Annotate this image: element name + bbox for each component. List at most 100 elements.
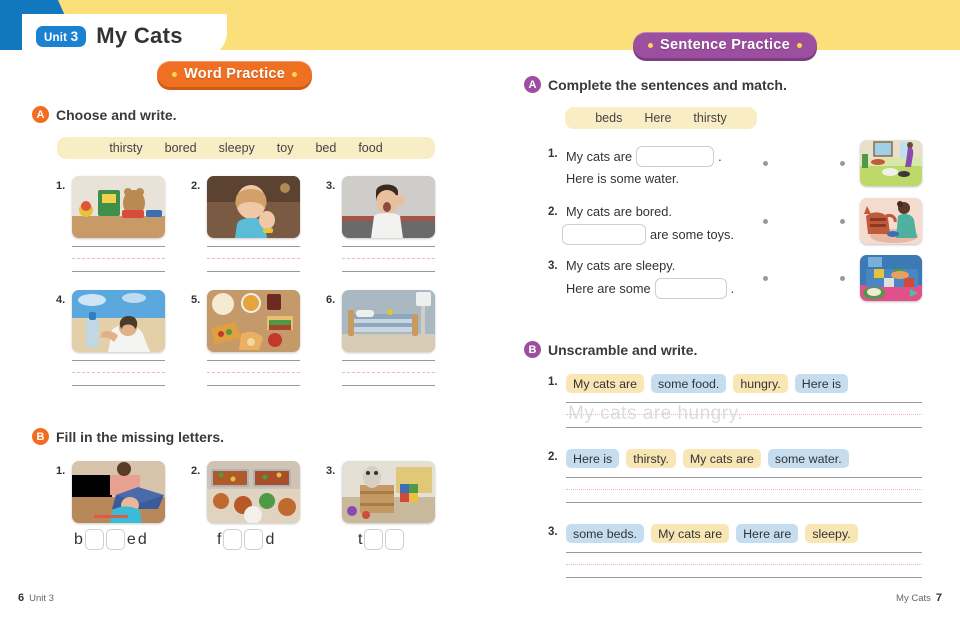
- word-chip[interactable]: hungry.: [733, 374, 788, 393]
- answer-lines-1[interactable]: My cats are hungry.: [566, 402, 922, 428]
- word-chip[interactable]: My cats are: [566, 374, 645, 393]
- word-practice-ribbon: Word Practice: [157, 61, 313, 87]
- match-thumb-1[interactable]: [860, 140, 922, 186]
- photo-food-table: [207, 290, 300, 352]
- ribbon-dot-left-icon: [648, 42, 653, 48]
- word-chip[interactable]: My cats are: [682, 449, 761, 468]
- ribbon-dot-right-icon: [797, 42, 803, 48]
- sentence-text: My cats are sleepy.: [566, 258, 676, 273]
- item-number: 1.: [56, 180, 66, 192]
- page-title: My Cats: [96, 23, 183, 48]
- letter-input-box[interactable]: [385, 529, 405, 550]
- footer-right: My Cats 7: [896, 592, 942, 604]
- answer-lines-2[interactable]: [566, 477, 922, 503]
- answer-blank[interactable]: [562, 224, 646, 245]
- letter-input-box[interactable]: [223, 529, 243, 550]
- photo-yawning-child: [342, 176, 435, 238]
- left-section-b-instruction: B Fill in the missing letters.: [32, 428, 224, 445]
- ribbon-label: Sentence Practice: [660, 37, 791, 53]
- ribbon-dot-left-icon: [172, 71, 177, 77]
- item-number: 6.: [326, 294, 336, 306]
- sentence-text: are some toys.: [650, 227, 734, 242]
- footer-label: Unit 3: [29, 593, 54, 604]
- writing-lines[interactable]: [207, 246, 300, 272]
- page-number: 6: [18, 592, 25, 604]
- ribbon-label: Word Practice: [184, 66, 286, 82]
- writing-lines[interactable]: [342, 360, 435, 386]
- right-section-a-instruction: A Complete the sentences and match.: [524, 76, 787, 93]
- item-number: 2.: [191, 465, 201, 477]
- item-number: 5.: [191, 294, 201, 306]
- letter-input-box[interactable]: [84, 529, 104, 550]
- word-chip[interactable]: Here is: [794, 374, 849, 393]
- match-thumb-2[interactable]: [860, 198, 922, 244]
- letter-boxes[interactable]: f d: [217, 529, 274, 550]
- photo-bored-girl: [207, 176, 300, 238]
- chip-row-2: Here is thirsty. My cats are some water.: [566, 449, 849, 468]
- chip-row-1: My cats are some food. hungry. Here is: [566, 374, 849, 393]
- sentence-text: My cats are: [566, 149, 633, 164]
- writing-lines[interactable]: [342, 246, 435, 272]
- answer-blank[interactable]: [636, 146, 715, 167]
- worksheet-page: Unit 3 My Cats Word Practice A Choose an…: [0, 0, 960, 618]
- letter-input-box[interactable]: [105, 529, 125, 550]
- sentence-practice-ribbon: Sentence Practice: [633, 32, 818, 58]
- word-chip[interactable]: some beds.: [566, 524, 645, 543]
- letter-boxes[interactable]: b e d: [74, 529, 147, 550]
- match-dot-left[interactable]: [763, 276, 768, 281]
- sentence-text: My cats are bored.: [566, 204, 672, 219]
- section-badge-a: A: [524, 76, 541, 93]
- left-section-a-instruction: A Choose and write.: [32, 106, 177, 123]
- writing-lines[interactable]: [72, 246, 165, 272]
- section-badge-a: A: [32, 106, 49, 123]
- match-thumb-3[interactable]: [860, 255, 922, 301]
- chip-row-3: some beds. My cats are Here are sleepy.: [566, 524, 858, 543]
- word-chip[interactable]: My cats are: [651, 524, 730, 543]
- word-chip[interactable]: Here are: [736, 524, 799, 543]
- word-chip[interactable]: some water.: [767, 449, 849, 468]
- item-number: 1.: [548, 376, 558, 388]
- letter-boxes[interactable]: t: [358, 529, 405, 550]
- sentence-punctuation: .: [718, 149, 722, 164]
- word-chip[interactable]: thirsty.: [626, 449, 676, 468]
- item-number: 2.: [191, 180, 201, 192]
- word-bank-item: sleepy: [218, 141, 255, 155]
- unit-number: 3: [70, 28, 79, 44]
- item-number: 4.: [56, 294, 66, 306]
- match-dot-right[interactable]: [840, 161, 845, 166]
- item-number: 2.: [548, 451, 558, 463]
- item-number: 1.: [548, 148, 558, 160]
- right-word-bank: beds Here thirsty: [565, 107, 757, 129]
- letter-char: e: [126, 530, 136, 548]
- answer-lines-3[interactable]: [566, 552, 922, 578]
- sentence-item-1: 1. My cats are . Here is some water.: [548, 146, 778, 186]
- unit-badge: Unit 3: [36, 25, 87, 47]
- word-bank-item: Here: [644, 111, 672, 125]
- sentence-item-2: 2. My cats are bored. are some toys.: [548, 204, 788, 245]
- match-dot-left[interactable]: [763, 219, 768, 224]
- word-bank-item: food: [358, 141, 383, 155]
- writing-lines[interactable]: [72, 360, 165, 386]
- footer-label: My Cats: [896, 593, 931, 604]
- photo-buffet: [207, 461, 300, 523]
- match-dot-right[interactable]: [840, 276, 845, 281]
- letter-input-box[interactable]: [244, 529, 264, 550]
- word-bank-item: thirsty: [693, 111, 727, 125]
- section-badge-b: B: [524, 341, 541, 358]
- instruction-text: Complete the sentences and match.: [548, 76, 787, 93]
- letter-char: d: [137, 530, 147, 548]
- word-chip[interactable]: Here is: [566, 449, 620, 468]
- photo-bed: [342, 290, 435, 352]
- word-chip[interactable]: some food.: [651, 374, 727, 393]
- match-dot-right[interactable]: [840, 219, 845, 224]
- section-badge-b: B: [32, 428, 49, 445]
- match-dot-left[interactable]: [763, 161, 768, 166]
- footer-left: 6 Unit 3: [18, 592, 54, 604]
- answer-blank[interactable]: [654, 278, 727, 299]
- unit-label: Unit: [44, 31, 68, 44]
- right-section-b-instruction: B Unscramble and write.: [524, 341, 697, 358]
- letter-input-box[interactable]: [364, 529, 384, 550]
- writing-lines[interactable]: [207, 360, 300, 386]
- photo-bored-student: [72, 461, 165, 523]
- word-chip[interactable]: sleepy.: [805, 524, 858, 543]
